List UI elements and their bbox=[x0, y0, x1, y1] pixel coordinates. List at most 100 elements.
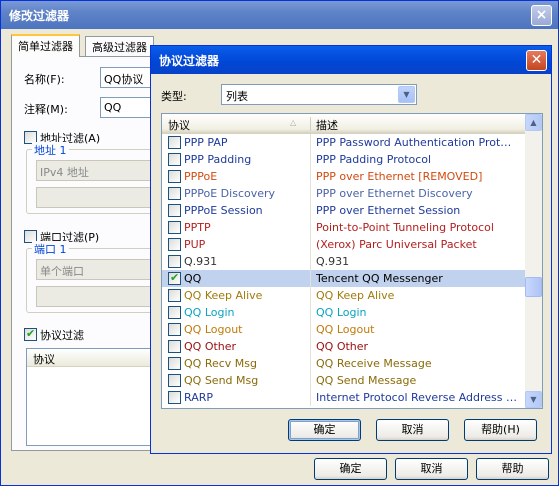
list-item[interactable]: PPPoE Session PPP over Ethernet Session bbox=[162, 202, 525, 219]
list-item[interactable]: QQ Other QQ Other bbox=[162, 338, 525, 355]
protocol-name: QQ Logout bbox=[184, 323, 243, 336]
address-type-select[interactable]: IPv4 地址 bbox=[36, 160, 156, 181]
list-item[interactable]: RARP Internet Protocol Reverse Address R.… bbox=[162, 389, 525, 406]
list-item[interactable]: QQ Recv Msg QQ Receive Message bbox=[162, 355, 525, 372]
protocol-name: QQ bbox=[184, 272, 202, 285]
name-field[interactable]: QQ协议 bbox=[100, 67, 156, 88]
title-bar: 修改过滤器 × bbox=[1, 1, 558, 29]
column-divider bbox=[310, 168, 311, 185]
column-header-description[interactable]: 描述 bbox=[316, 117, 338, 133]
column-divider bbox=[310, 304, 311, 321]
row-checkbox[interactable] bbox=[168, 340, 181, 353]
protocol-description: PPP Password Authentication Protocol bbox=[316, 136, 518, 149]
list-item[interactable]: QQ Keep Alive QQ Keep Alive bbox=[162, 287, 525, 304]
protocol-list[interactable]: 协议 △ 描述 PPP PAP PPP Password Authenticati… bbox=[161, 113, 543, 409]
column-header-protocol[interactable]: 协议 bbox=[168, 117, 190, 133]
port-value-field[interactable] bbox=[36, 286, 156, 307]
protocol-name: QQ Other bbox=[184, 340, 237, 353]
row-checkbox[interactable] bbox=[168, 170, 181, 183]
list-rows: PPP PAP PPP Password Authentication Proto… bbox=[162, 134, 525, 406]
type-select-value: 列表 bbox=[226, 90, 248, 103]
row-checkbox[interactable] bbox=[168, 204, 181, 217]
list-item[interactable]: PUP (Xerox) Parc Universal Packet bbox=[162, 236, 525, 253]
protocol-description: PPP over Ethernet [REMOVED] bbox=[316, 170, 483, 183]
protocol-list[interactable]: 协议 bbox=[26, 348, 156, 446]
list-item[interactable]: QQ Tencent QQ Messenger bbox=[162, 270, 525, 287]
note-field[interactable]: QQ bbox=[100, 97, 156, 118]
list-item[interactable]: PPPoE Discovery PPP over Ethernet Discove… bbox=[162, 185, 525, 202]
tab-simple-filter[interactable]: 简单过滤器 bbox=[11, 34, 80, 57]
close-icon[interactable]: ✕ bbox=[526, 50, 547, 71]
scroll-up-icon[interactable]: ▲ bbox=[525, 114, 542, 131]
column-divider bbox=[310, 372, 311, 389]
protocol-description: (Xerox) Parc Universal Packet bbox=[316, 238, 477, 251]
protocol-name: PPTP bbox=[184, 221, 211, 234]
protocol-name: PPP PAP bbox=[184, 136, 228, 149]
protocol-description: Internet Protocol Reverse Address R... bbox=[316, 391, 518, 404]
row-checkbox[interactable] bbox=[168, 187, 181, 200]
list-item[interactable]: PPP Padding PPP Padding Protocol bbox=[162, 151, 525, 168]
column-divider bbox=[310, 134, 311, 151]
list-item[interactable]: QQ Send Msg QQ Send Message bbox=[162, 372, 525, 389]
protocol-description: Tencent QQ Messenger bbox=[316, 272, 443, 285]
port-type-select[interactable]: 单个端口 bbox=[36, 259, 156, 280]
row-checkbox[interactable] bbox=[168, 306, 181, 319]
protocol-description: QQ Send Message bbox=[316, 374, 417, 387]
chevron-down-icon[interactable]: ▼ bbox=[398, 86, 415, 103]
row-checkbox[interactable] bbox=[168, 153, 181, 166]
list-item[interactable]: QQ Login QQ Login bbox=[162, 304, 525, 321]
column-divider bbox=[310, 253, 311, 270]
column-divider bbox=[310, 338, 311, 355]
address-value-field[interactable] bbox=[36, 187, 156, 208]
protocol-name: PPP Padding bbox=[184, 153, 252, 166]
dialog-cancel-button[interactable]: 取消 bbox=[376, 419, 449, 441]
protocol-name: PPPoE Discovery bbox=[184, 187, 276, 200]
protocol-name: PUP bbox=[184, 238, 206, 251]
row-checkbox[interactable] bbox=[168, 271, 181, 285]
list-item[interactable]: QQ Logout QQ Logout bbox=[162, 321, 525, 338]
protocol-list-header: 协议 bbox=[27, 349, 155, 367]
protocol-description: Q.931 bbox=[316, 255, 350, 268]
row-checkbox[interactable] bbox=[168, 221, 181, 234]
column-divider bbox=[310, 236, 311, 253]
column-divider[interactable] bbox=[310, 117, 311, 131]
scroll-thumb[interactable] bbox=[525, 277, 542, 297]
protocol-name: PPPoE Session bbox=[184, 204, 263, 217]
column-divider bbox=[310, 202, 311, 219]
row-checkbox[interactable] bbox=[168, 357, 181, 370]
dialog-help-button[interactable]: 帮助(H) bbox=[464, 419, 537, 441]
ok-button[interactable]: 确定 bbox=[314, 458, 387, 480]
protocol-description: PPP over Ethernet Session bbox=[316, 204, 461, 217]
protocol-description: PPP over Ethernet Discovery bbox=[316, 187, 473, 200]
protocol-description: QQ Keep Alive bbox=[316, 289, 395, 302]
column-divider bbox=[310, 287, 311, 304]
dialog-title: 协议过滤器 bbox=[159, 54, 220, 68]
row-checkbox[interactable] bbox=[168, 391, 181, 404]
row-checkbox[interactable] bbox=[168, 289, 181, 302]
close-icon[interactable]: × bbox=[531, 5, 552, 26]
list-item[interactable]: PPP PAP PPP Password Authentication Proto… bbox=[162, 134, 525, 151]
protocol-filter-checkbox[interactable] bbox=[24, 327, 37, 341]
dialog-ok-button[interactable]: 确定 bbox=[288, 419, 361, 441]
cancel-button[interactable]: 取消 bbox=[395, 458, 468, 480]
list-header: 协议 △ 描述 bbox=[162, 114, 525, 134]
row-checkbox[interactable] bbox=[168, 238, 181, 251]
scroll-down-icon[interactable]: ▼ bbox=[525, 391, 542, 408]
list-item[interactable]: Q.931 Q.931 bbox=[162, 253, 525, 270]
type-select[interactable]: 列表 ▼ bbox=[221, 84, 417, 105]
column-divider bbox=[310, 355, 311, 372]
row-checkbox[interactable] bbox=[168, 323, 181, 336]
protocol-description: QQ Logout bbox=[316, 323, 375, 336]
column-divider bbox=[310, 270, 311, 287]
help-button[interactable]: 帮助 bbox=[476, 458, 549, 480]
row-checkbox[interactable] bbox=[168, 374, 181, 387]
list-item[interactable]: PPTP Point-to-Point Tunneling Protocol bbox=[162, 219, 525, 236]
vertical-scrollbar[interactable]: ▲ ▼ bbox=[525, 114, 542, 408]
row-checkbox[interactable] bbox=[168, 136, 181, 149]
protocol-description: QQ Other bbox=[316, 340, 369, 353]
protocol-name: RARP bbox=[184, 391, 213, 404]
list-item[interactable]: PPPoE PPP over Ethernet [REMOVED] bbox=[162, 168, 525, 185]
row-checkbox[interactable] bbox=[168, 255, 181, 268]
column-divider bbox=[310, 321, 311, 338]
tab-advanced-filter[interactable]: 高级过滤器 bbox=[85, 36, 154, 56]
